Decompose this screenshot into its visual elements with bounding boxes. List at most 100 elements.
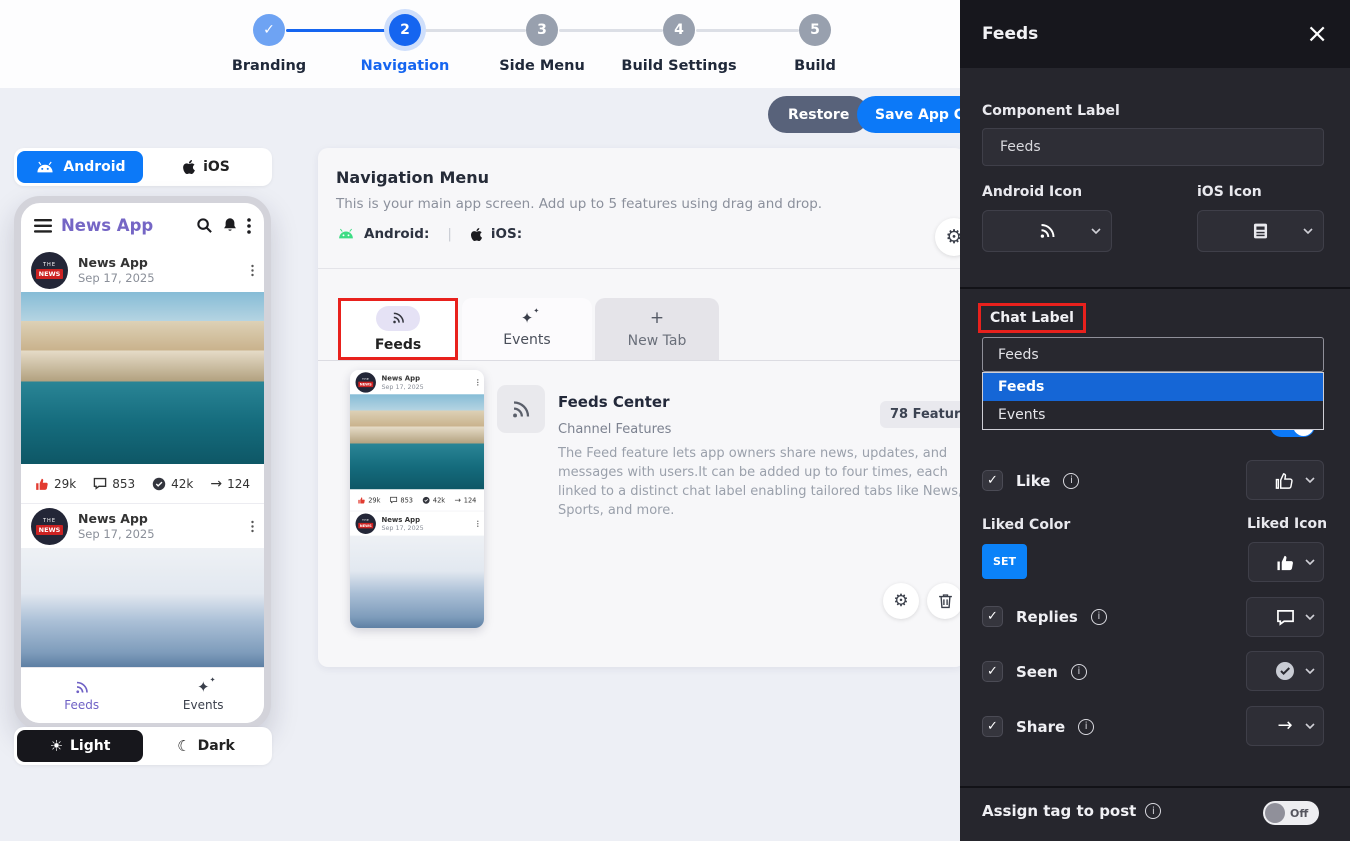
share-checkbox[interactable]: ✓: [982, 716, 1003, 737]
info-icon[interactable]: i: [1145, 803, 1161, 819]
comments-stat[interactable]: 853: [93, 477, 135, 491]
post-header: THE NEWS News App Sep 17, 2025: [21, 248, 264, 292]
panel-title: Feeds: [982, 24, 1306, 44]
section-subtitle: This is your main app screen. Add up to …: [336, 196, 822, 212]
kebab-menu-icon[interactable]: [251, 264, 254, 277]
seen-checkbox[interactable]: ✓: [982, 661, 1003, 682]
android-icon-label: Android Icon: [982, 184, 1082, 200]
component-label-label: Component Label: [982, 103, 1120, 119]
phone-bottom-nav: Feeds ✦✦ Events: [21, 667, 264, 723]
liked-icon-select[interactable]: [1248, 542, 1324, 582]
feature-description: The Feed feature lets app owners share n…: [558, 445, 966, 520]
sun-icon: ☀: [50, 737, 63, 755]
phone-nav-events[interactable]: ✦✦ Events: [143, 668, 265, 723]
bell-icon[interactable]: [222, 217, 238, 234]
info-icon[interactable]: i: [1091, 609, 1107, 625]
tab-feeds-selected-highlight[interactable]: Feeds: [338, 298, 458, 360]
android-icon: [336, 228, 356, 240]
like-icon-select[interactable]: [1246, 460, 1324, 500]
android-toggle-button[interactable]: Android: [17, 151, 143, 183]
feature-title: Feeds Center: [558, 393, 669, 411]
document-icon: [1252, 222, 1269, 240]
ios-icon-select[interactable]: [1197, 210, 1324, 252]
info-icon[interactable]: i: [1078, 719, 1094, 735]
dark-theme-button[interactable]: ☾ Dark: [143, 730, 269, 762]
apple-icon: [470, 227, 483, 242]
search-icon[interactable]: [196, 217, 213, 234]
platform-row: Android: | iOS:: [336, 226, 522, 242]
share-icon-select[interactable]: →: [1246, 706, 1324, 746]
sparkle-icon: ✦✦: [521, 311, 534, 326]
avatar: THE NEWS: [31, 508, 68, 545]
phone-app-bar: News App: [21, 203, 264, 248]
component-label-input[interactable]: Feeds: [982, 128, 1324, 166]
step-build[interactable]: 5 Build: [755, 14, 875, 74]
thumb-up-filled-icon: [1276, 553, 1296, 572]
replies-checkbox[interactable]: ✓: [982, 606, 1003, 627]
kebab-menu-icon[interactable]: [247, 218, 251, 234]
seen-stat[interactable]: 42k: [152, 477, 193, 491]
feeds-settings-panel: Feeds × Component Label Feeds Android Ic…: [960, 0, 1350, 841]
close-icon[interactable]: ×: [1306, 21, 1328, 47]
apple-icon: [182, 159, 196, 175]
step-side-menu[interactable]: 3 Side Menu: [482, 14, 602, 74]
chevron-down-icon: [1091, 228, 1101, 234]
phone-nav-feeds[interactable]: Feeds: [21, 668, 143, 723]
restore-button[interactable]: Restore: [768, 96, 869, 133]
set-color-button[interactable]: SET: [982, 544, 1027, 579]
panel-header: Feeds ×: [960, 0, 1350, 68]
rss-icon: [1038, 222, 1057, 240]
phone-feed-list: THE NEWS News App Sep 17, 2025 29k: [21, 248, 264, 667]
chat-label-select[interactable]: Feeds: [982, 337, 1324, 372]
post-author: News App: [78, 511, 241, 526]
dropdown-option-feeds[interactable]: Feeds: [983, 373, 1323, 401]
kebab-menu-icon[interactable]: [251, 520, 254, 533]
post-date: Sep 17, 2025: [78, 271, 241, 285]
dropdown-option-events[interactable]: Events: [983, 401, 1323, 429]
like-icon: [35, 477, 49, 491]
chat-label-dropdown-list: Feeds Events: [982, 372, 1324, 430]
sparkle-icon: ✦✦: [197, 680, 210, 695]
seen-feature-row: ✓ Seen i: [982, 661, 1087, 682]
assign-tag-toggle[interactable]: Off: [1263, 801, 1319, 825]
feature-settings-button[interactable]: ⚙: [883, 583, 919, 619]
seen-icon-select[interactable]: [1246, 651, 1324, 691]
android-icon: [34, 161, 56, 174]
like-checkbox[interactable]: ✓: [982, 470, 1003, 491]
android-icon-select[interactable]: [982, 210, 1112, 252]
theme-toggle: ☀ Light ☾ Dark: [14, 727, 272, 765]
tab-events[interactable]: ✦✦ Events: [462, 298, 592, 360]
post-author: News App: [78, 255, 241, 270]
rss-icon: [510, 399, 532, 420]
share-arrow-icon: →: [210, 477, 222, 491]
info-icon[interactable]: i: [1063, 473, 1079, 489]
likes-stat[interactable]: 29k: [35, 477, 76, 491]
rss-icon: [391, 311, 406, 325]
step-navigation[interactable]: 2 Navigation: [345, 14, 465, 74]
phone-preview: News App THE NEWS News App Sep 17, 20: [14, 196, 271, 730]
phone-app-title: News App: [61, 216, 187, 235]
replies-icon-select[interactable]: [1246, 597, 1324, 637]
feature-delete-button[interactable]: [927, 583, 963, 619]
assign-tag-row: Assign tag to post i: [982, 802, 1161, 820]
step-build-settings[interactable]: 4 Build Settings: [619, 14, 739, 74]
avatar: THE NEWS: [31, 252, 68, 289]
light-theme-button[interactable]: ☀ Light: [17, 730, 143, 762]
step-check-icon: ✓: [253, 14, 285, 46]
seen-check-icon: [152, 477, 166, 491]
info-icon[interactable]: i: [1071, 664, 1087, 680]
post-header: THE NEWS News App Sep 17, 2025: [21, 504, 264, 548]
step-branding[interactable]: ✓ Branding: [209, 14, 329, 74]
shares-stat[interactable]: → 124: [210, 477, 250, 491]
chevron-down-icon: [1303, 228, 1313, 234]
menu-icon[interactable]: [34, 219, 52, 233]
replies-feature-row: ✓ Replies i: [982, 606, 1107, 627]
app-builder-screen: ✓ Branding 2 Navigation 3 Side Menu 4 Bu…: [0, 0, 1350, 841]
chevron-down-icon: [1305, 477, 1315, 483]
thumb-up-outline-icon: [1275, 471, 1295, 490]
seen-check-icon: [1275, 661, 1295, 681]
chat-label-label: Chat Label: [990, 310, 1074, 326]
ios-toggle-button[interactable]: iOS: [143, 151, 269, 183]
tab-new-tab[interactable]: + New Tab: [595, 298, 719, 360]
chat-label-highlight: Chat Label: [978, 303, 1086, 333]
